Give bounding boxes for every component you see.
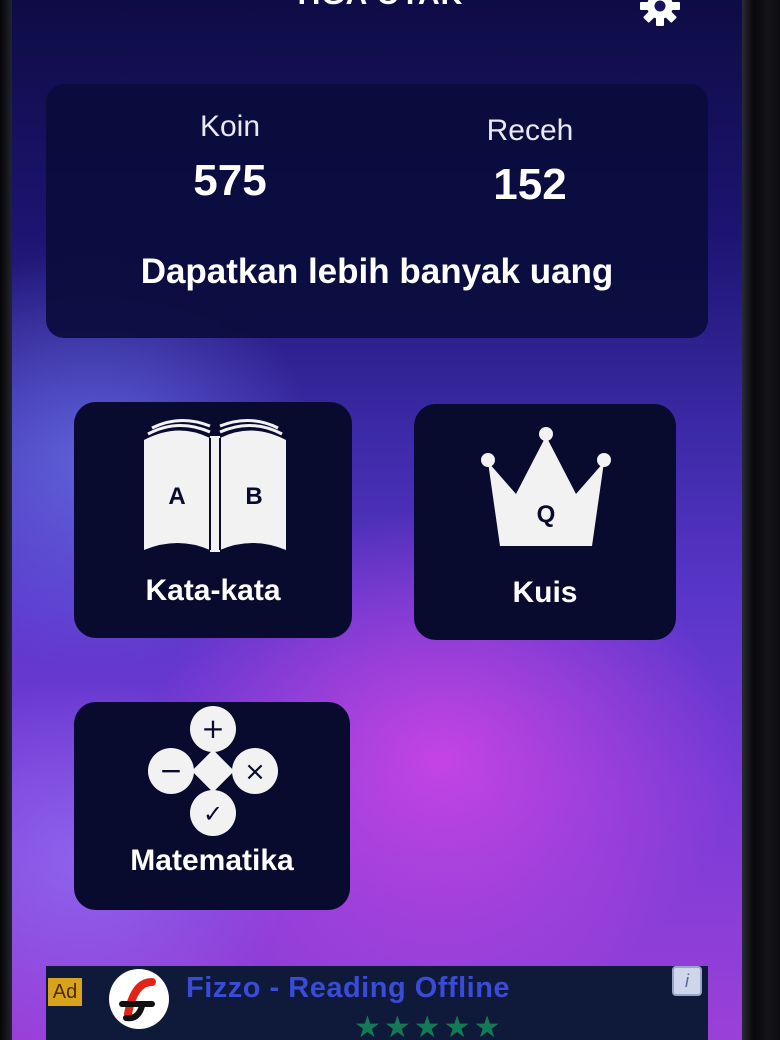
crown-icon: Q (481, 427, 611, 546)
ad-info-icon[interactable]: i (672, 966, 702, 996)
plus-symbol: + (201, 712, 224, 745)
earn-more-button[interactable]: Dapatkan lebih banyak uang (46, 252, 708, 292)
times-symbol: × (244, 757, 266, 787)
wallet-card: Koin 575 Receh 152 Dapatkan lebih banyak… (46, 84, 708, 338)
mode-label-math: Matematika (130, 844, 294, 877)
coin-value: 575 (193, 156, 267, 205)
change-label: Receh (486, 114, 574, 147)
change-value: 152 (493, 160, 567, 209)
coin-label: Koin (199, 110, 261, 143)
math-operations-icon: + − × ✓ (148, 706, 278, 836)
book-letter-a: A (168, 483, 185, 510)
app-title: TIGA OTAK (12, 0, 744, 12)
app-screen: TIGA OTAK Koin 575 Receh 152 Dapatkan le… (12, 0, 744, 1040)
gear-icon (640, 0, 680, 26)
mode-tile-math[interactable]: + − × ✓ Matematika (74, 702, 350, 910)
check-symbol: ✓ (203, 800, 223, 828)
mode-tile-words[interactable]: A B Kata-kata (74, 402, 352, 638)
open-book-icon: A B (144, 419, 286, 552)
ad-title[interactable]: Fizzo - Reading Offline (186, 972, 510, 1005)
crown-letter-q: Q (537, 501, 556, 528)
minus-symbol: − (159, 754, 182, 787)
ad-badge: Ad (48, 978, 82, 1006)
book-letter-b: B (245, 483, 262, 510)
ad-banner[interactable]: Ad Fizzo - Reading Offline ★★★★★ i (46, 966, 708, 1040)
mode-label-words: Kata-kata (145, 574, 281, 607)
ad-rating-stars: ★★★★★ (354, 1011, 504, 1040)
mode-tile-quiz[interactable]: Q Kuis (414, 404, 676, 640)
mode-label-quiz: Kuis (512, 576, 578, 609)
settings-button[interactable] (638, 0, 682, 28)
fizzo-logo-icon (109, 969, 169, 1029)
device-frame-right (742, 0, 780, 1040)
